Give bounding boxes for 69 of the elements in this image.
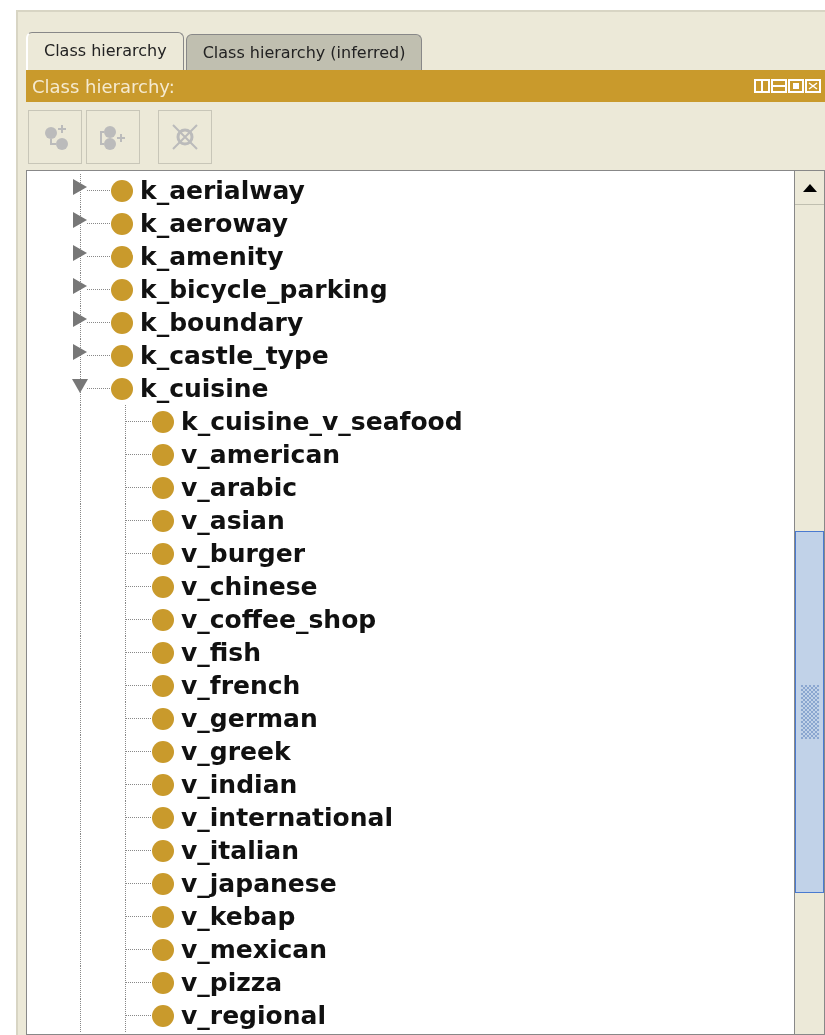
class-dot-icon (152, 740, 174, 763)
expand-toggle-icon[interactable] (72, 211, 88, 228)
tree-item-label[interactable]: v_fish (181, 640, 261, 665)
tree-item-label[interactable]: v_international (181, 805, 393, 830)
tree-item-label[interactable]: v_japanese (181, 871, 337, 896)
maximize-icon[interactable] (788, 79, 804, 93)
expand-toggle-icon[interactable] (72, 178, 88, 195)
tree-item-label[interactable]: k_aerialway (140, 178, 305, 203)
tree-item-label[interactable]: v_german (181, 706, 318, 731)
delete-icon (170, 122, 200, 152)
tree-item-label[interactable]: v_kebap (181, 904, 296, 929)
tree-item-label[interactable]: v_coffee_shop (181, 607, 377, 632)
split-horizontal-icon[interactable] (771, 79, 787, 93)
tree-item-label[interactable]: v_regional (181, 1003, 326, 1028)
tab[interactable]: Class hierarchy (inferred) (185, 34, 423, 70)
tree-item-label[interactable]: k_amenity (140, 244, 284, 269)
tree-item-label[interactable]: v_indian (181, 772, 298, 797)
class-dot-icon (152, 542, 174, 565)
up-arrow-icon (802, 183, 817, 192)
class-dot-icon (111, 179, 133, 202)
tree-item-label[interactable]: k_aeroway (140, 211, 288, 236)
tree-item-label[interactable]: v_arabic (181, 475, 298, 500)
expand-toggle-icon[interactable] (72, 244, 88, 261)
tree-item-label[interactable]: k_cuisine (140, 376, 269, 401)
scrollbar-thumb[interactable] (795, 531, 824, 893)
class-dot-icon (111, 377, 133, 400)
tree-item-label[interactable]: k_castle_type (140, 343, 329, 368)
class-dot-icon (152, 641, 174, 664)
expand-toggle-icon[interactable] (72, 277, 88, 294)
split-vertical-icon[interactable] (754, 79, 770, 93)
tree-item-label[interactable]: v_french (181, 673, 301, 698)
tree-item-label[interactable]: v_chinese (181, 574, 318, 599)
tree-item-label[interactable]: v_pizza (181, 970, 283, 995)
class-dot-icon (152, 509, 174, 532)
tree-item-label[interactable]: k_cuisine_v_seafood (181, 409, 463, 434)
tree-item-label[interactable]: v_italian (181, 838, 299, 863)
class-dot-icon (152, 674, 174, 697)
tree-item-label[interactable]: v_american (181, 442, 341, 467)
tab[interactable]: Class hierarchy (26, 32, 184, 70)
class-dot-icon (152, 476, 174, 499)
tree-item-label[interactable]: v_burger (181, 541, 305, 566)
tree-item-label[interactable]: k_bicycle_parking (140, 277, 388, 302)
class-dot-icon (152, 410, 174, 433)
class-dot-icon (152, 806, 174, 829)
tree-item-label[interactable]: v_mexican (181, 937, 327, 962)
class-dot-icon (152, 971, 174, 994)
collapse-toggle-icon[interactable] (72, 376, 88, 393)
class-dot-icon (152, 905, 174, 928)
class-dot-icon (152, 575, 174, 598)
class-dot-icon (111, 278, 133, 301)
tree-item-label[interactable]: v_greek (181, 739, 291, 764)
class-dot-icon (111, 344, 133, 367)
class-dot-icon (111, 311, 133, 334)
class-dot-icon (111, 212, 133, 235)
panel-title: Class hierarchy: (32, 74, 175, 99)
class-dot-icon (111, 245, 133, 268)
class-dot-icon (152, 443, 174, 466)
class-dot-icon (152, 608, 174, 631)
close-icon[interactable] (805, 79, 821, 93)
class-dot-icon (152, 839, 174, 862)
class-dot-icon (152, 1004, 174, 1027)
class-dot-icon (152, 872, 174, 895)
tree-item-label[interactable]: v_asian (181, 508, 285, 533)
tree-item-label[interactable]: k_boundary (140, 310, 304, 335)
class-dot-icon (152, 938, 174, 961)
expand-toggle-icon[interactable] (72, 310, 88, 327)
expand-toggle-icon[interactable] (72, 343, 88, 360)
class-dot-icon (152, 773, 174, 796)
class-dot-icon (152, 707, 174, 730)
